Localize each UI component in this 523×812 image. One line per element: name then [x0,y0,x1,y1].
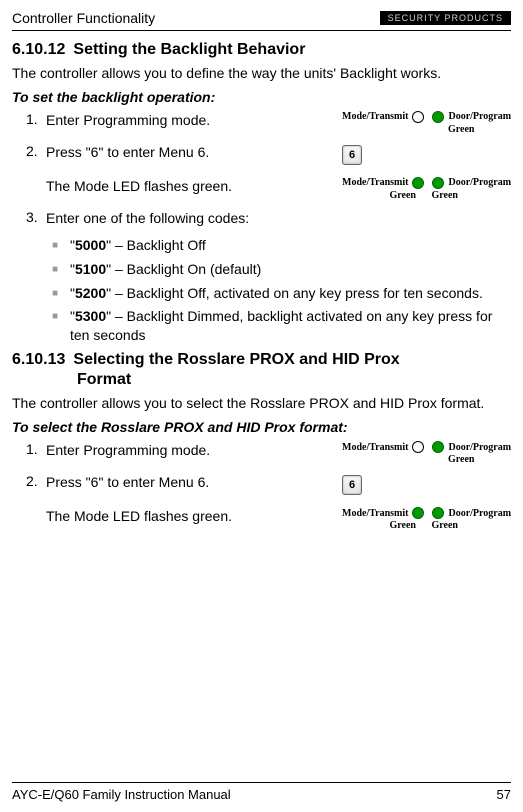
step-text: Enter one of the following codes: [46,209,249,228]
step-text: Enter Programming mode. [46,111,210,130]
led-green-icon [432,177,444,189]
led-diagram: Mode/Transmit Door/Program Green [342,111,511,135]
led-diagram: Mode/Transmit Door/Program GreenGreen [342,507,511,531]
intro-text: The controller allows you to define the … [12,64,511,83]
led-green-icon [432,441,444,453]
header-title: Controller Functionality [12,10,155,26]
step-text: Press "6" to enter Menu 6. [46,143,209,162]
led-green-icon [412,177,424,189]
procedure-title: To select the Rosslare PROX and HID Prox… [12,419,511,435]
step-row: 1. Enter Programming mode. Mode/Transmit… [12,111,511,135]
bullet-icon: ■ [52,311,70,322]
section-heading-cont: Format [12,371,511,389]
intro-text: The controller allows you to select the … [12,394,511,413]
section-heading: 6.10.13Selecting the Rosslare PROX and H… [12,351,511,369]
led-green-icon [432,111,444,123]
step-row: 1. Enter Programming mode. Mode/Transmit… [12,441,511,465]
step-number: 1. [12,111,46,127]
step-note: The Mode LED flashes green. [46,177,232,196]
led-green-icon [432,507,444,519]
step-row: 3. Enter one of the following codes: [12,209,511,228]
bullet-icon: ■ [52,264,70,275]
step-number: 1. [12,441,46,457]
step-text: Press "6" to enter Menu 6. [46,473,209,492]
list-item: ■ "5100" – Backlight On (default) [12,260,511,279]
led-green-icon [412,507,424,519]
keypad-6-icon: 6 [342,475,362,495]
step-number: 2. [12,143,46,159]
step-number: 2. [12,473,46,489]
list-item: ■ "5200" – Backlight Off, activated on a… [12,284,511,303]
led-diagram: Mode/Transmit Door/Program Green [342,441,511,465]
step-text: Enter Programming mode. [46,441,210,460]
page-header: Controller Functionality SECURITY PRODUC… [12,10,511,31]
step-note: The Mode LED flashes green. [46,507,232,526]
led-diagram: Mode/Transmit Door/Program GreenGreen [342,177,511,201]
page-footer: AYC-E/Q60 Family Instruction Manual 57 [12,782,511,802]
bullet-icon: ■ [52,288,70,299]
list-item: ■ "5000" – Backlight Off [12,236,511,255]
led-empty-icon [412,441,424,453]
step-row: The Mode LED flashes green. Mode/Transmi… [12,177,511,201]
section-heading: 6.10.12Setting the Backlight Behavior [12,41,511,59]
list-item: ■ "5300" – Backlight Dimmed, backlight a… [12,307,511,345]
step-row: 2. Press "6" to enter Menu 6. 6 [12,473,511,499]
bullet-icon: ■ [52,240,70,251]
keypad-6-icon: 6 [342,145,362,165]
led-empty-icon [412,111,424,123]
step-row: The Mode LED flashes green. Mode/Transmi… [12,507,511,531]
brand-logo: SECURITY PRODUCTS [380,11,511,25]
footer-manual: AYC-E/Q60 Family Instruction Manual [12,787,231,802]
step-row: 2. Press "6" to enter Menu 6. 6 [12,143,511,169]
procedure-title: To set the backlight operation: [12,89,511,105]
step-number: 3. [12,209,46,225]
footer-page: 57 [497,787,511,802]
